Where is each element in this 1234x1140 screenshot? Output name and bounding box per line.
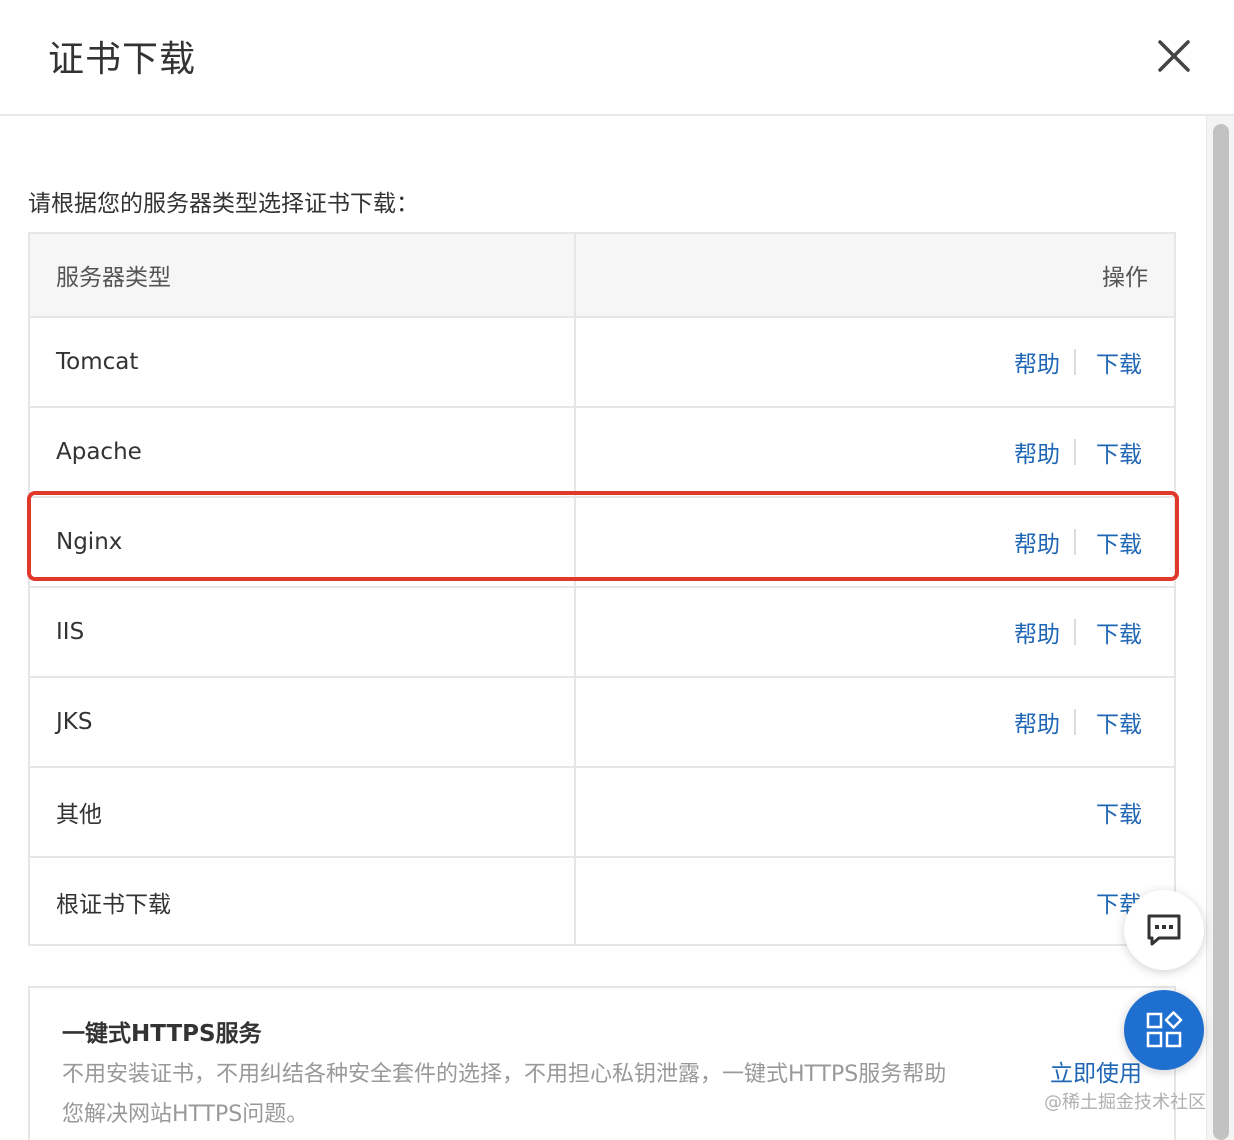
chat-bubble-icon [1147,914,1181,946]
dialog-header: 证书下载 [0,0,1234,116]
action-separator [1074,619,1076,645]
action-separator [1074,529,1076,555]
download-link[interactable]: 下载 [1096,795,1142,829]
download-link[interactable]: 下载 [1096,615,1142,649]
table-header-row: 服务器类型 操作 [30,234,1174,316]
intro-text: 请根据您的服务器类型选择证书下载： [28,191,419,217]
column-divider [574,588,576,676]
promo-description-line2: 您解决网站HTTPS问题。 [62,1102,309,1127]
table-row: 其他 下载 [30,766,1174,856]
help-link[interactable]: 帮助 [1014,435,1060,469]
server-name: Apache [56,439,142,465]
header-server-type: 服务器类型 [56,265,171,291]
apps-button[interactable] [1124,990,1204,1070]
column-divider [574,498,576,586]
action-separator [1074,709,1076,735]
use-now-link[interactable]: 立即使用 [1050,1054,1142,1088]
column-divider [574,768,576,856]
download-link[interactable]: 下载 [1096,705,1142,739]
server-name: IIS [56,619,85,645]
table-row: 根证书下载 下载 [30,856,1174,946]
row-actions: 帮助 下载 [1014,588,1142,676]
row-actions: 帮助 下载 [1014,318,1142,406]
row-actions: 帮助 下载 [1014,408,1142,496]
watermark: @稀土掘金技术社区 [1044,1092,1206,1113]
download-link[interactable]: 下载 [1096,435,1142,469]
scrollbar-thumb[interactable] [1213,124,1229,1140]
column-divider [574,408,576,496]
table-row: JKS 帮助 下载 [30,676,1174,766]
dialog-title: 证书下载 [48,39,197,80]
column-divider [574,678,576,766]
https-service-promo: 一键式HTTPS服务 不用安装证书，不用纠结各种安全套件的选择，不用担心私钥泄露… [28,986,1176,1140]
row-actions: 下载 [1096,768,1142,856]
close-icon [1158,40,1190,72]
row-actions: 帮助 下载 [1014,498,1142,586]
action-separator [1074,349,1076,375]
action-separator [1074,439,1076,465]
download-link[interactable]: 下载 [1096,525,1142,559]
help-link[interactable]: 帮助 [1014,615,1060,649]
server-type-table: 服务器类型 操作 Tomcat 帮助 下载 Apache 帮助 下载 Nginx… [28,232,1176,946]
server-name: Tomcat [56,349,139,375]
help-link[interactable]: 帮助 [1014,705,1060,739]
column-divider [574,858,576,946]
server-name: JKS [56,709,93,735]
promo-description-line1: 不用安装证书，不用纠结各种安全套件的选择，不用担心私钥泄露，一键式HTTPS服务… [62,1062,947,1087]
table-row: IIS 帮助 下载 [30,586,1174,676]
apps-grid-icon [1146,1011,1183,1048]
server-name: Nginx [56,529,123,555]
column-divider [574,234,576,316]
promo-title: 一键式HTTPS服务 [62,1021,262,1047]
help-link[interactable]: 帮助 [1014,525,1060,559]
download-link[interactable]: 下载 [1096,345,1142,379]
server-name: 其他 [56,802,102,828]
column-divider [574,318,576,406]
table-row: Tomcat 帮助 下载 [30,316,1174,406]
close-button[interactable] [1156,38,1192,74]
table-row: Apache 帮助 下载 [30,406,1174,496]
header-action: 操作 [1102,265,1148,291]
chat-button[interactable] [1124,890,1204,970]
row-actions: 帮助 下载 [1014,678,1142,766]
table-row: Nginx 帮助 下载 [30,496,1174,586]
help-link[interactable]: 帮助 [1014,345,1060,379]
server-name: 根证书下载 [56,892,171,918]
